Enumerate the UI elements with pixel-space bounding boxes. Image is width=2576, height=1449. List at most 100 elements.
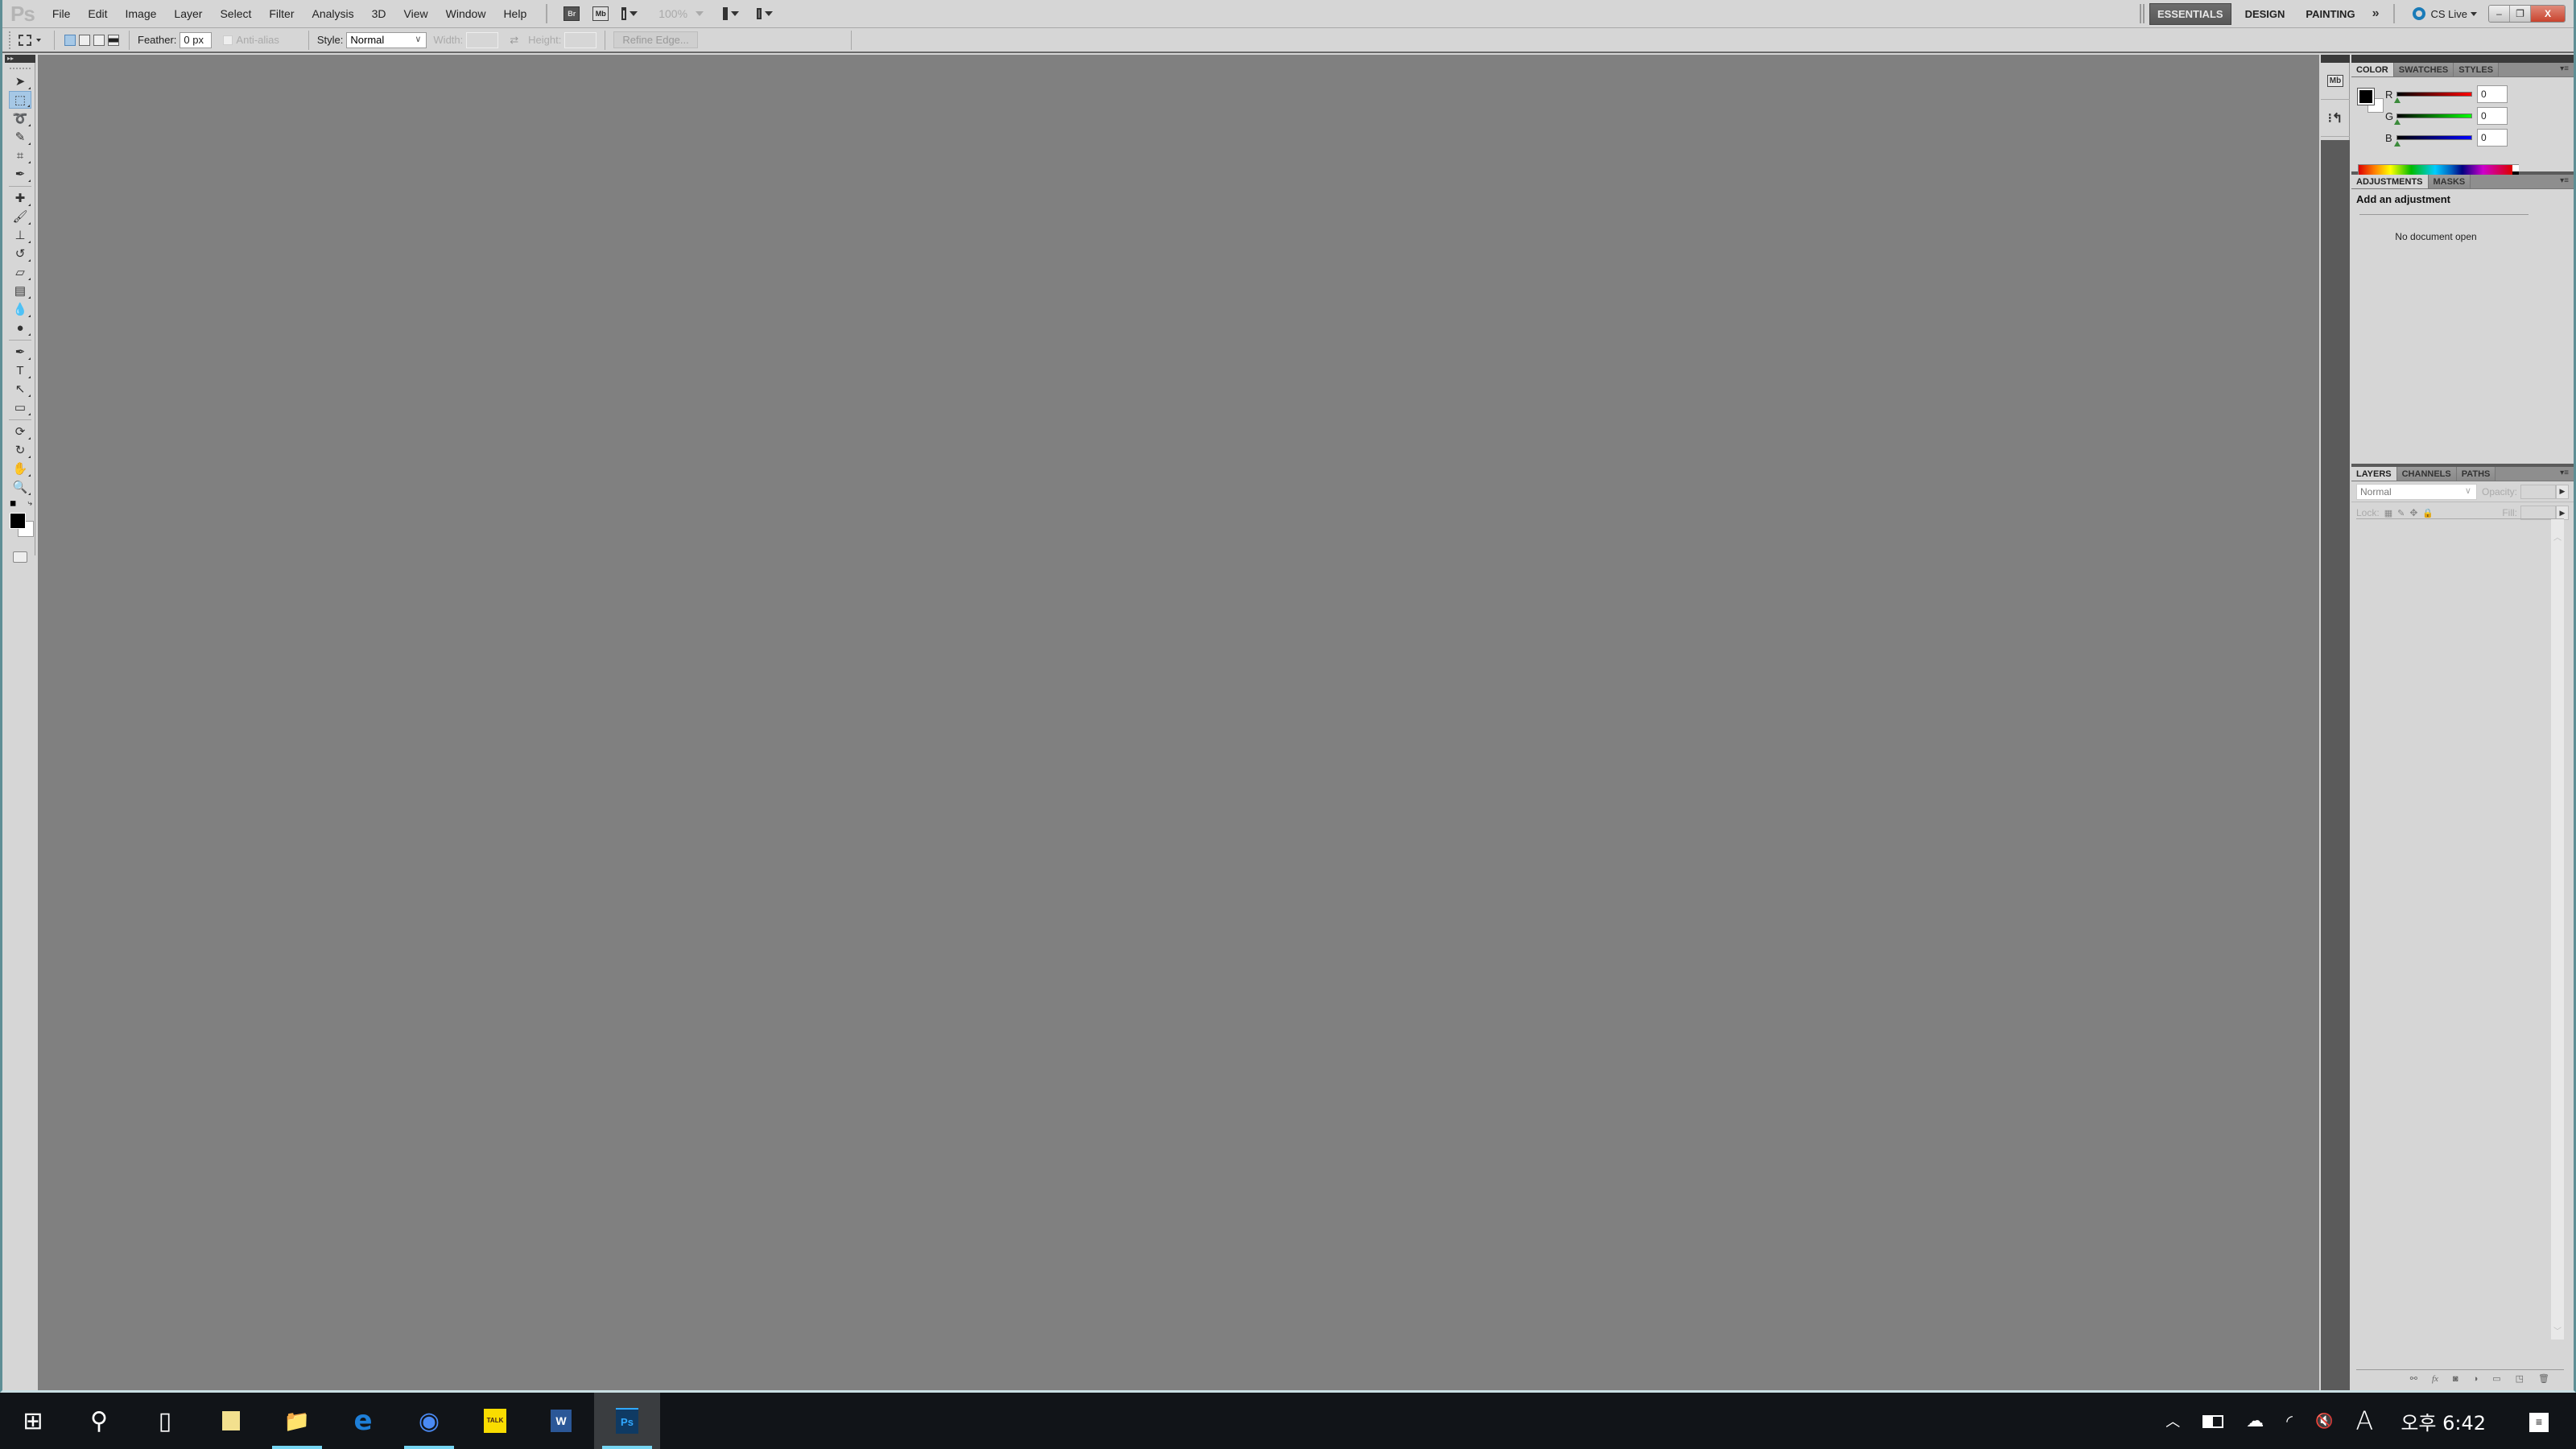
close-button[interactable]: X: [2531, 6, 2565, 22]
tab-masks[interactable]: MASKS: [2428, 175, 2471, 188]
taskbar-word[interactable]: W: [528, 1393, 594, 1449]
action-center-icon[interactable]: ≡: [2529, 1410, 2549, 1432]
mini-bridge-dock-button[interactable]: Mb: [2321, 63, 2350, 100]
rectangle-tool[interactable]: ▭: [9, 398, 31, 416]
slider-thumb[interactable]: [2394, 119, 2401, 125]
opacity-slider-arrow-icon[interactable]: ▶: [2556, 484, 2569, 499]
tab-layers[interactable]: LAYERS: [2351, 467, 2397, 481]
red-value-input[interactable]: 0: [2477, 85, 2508, 103]
extras-button[interactable]: [621, 6, 638, 21]
menu-analysis[interactable]: Analysis: [312, 7, 354, 20]
link-layers-icon[interactable]: ⚯: [2410, 1373, 2417, 1384]
feather-input[interactable]: 0 px: [180, 31, 213, 48]
workspace-grip[interactable]: [2139, 4, 2145, 23]
panel-dock-header[interactable]: [2351, 55, 2574, 63]
adjustment-layer-icon[interactable]: ◑: [2473, 1374, 2479, 1384]
panel-menu-icon[interactable]: ▾≡: [2560, 469, 2569, 477]
wifi-icon[interactable]: ◜: [2286, 1411, 2293, 1431]
taskbar-task-view[interactable]: ▯: [132, 1393, 198, 1449]
intersect-selection-button[interactable]: [108, 34, 119, 46]
tab-adjustments[interactable]: ADJUSTMENTS: [2351, 175, 2429, 188]
tool-preset-picker[interactable]: [19, 34, 41, 46]
taskbar-sticky-notes[interactable]: ▰: [198, 1393, 264, 1449]
menu-file[interactable]: File: [52, 7, 71, 20]
menu-window[interactable]: Window: [446, 7, 486, 20]
rectangular-marquee-tool[interactable]: ⬚: [9, 91, 31, 109]
refine-edge-button[interactable]: Refine Edge...: [613, 31, 698, 48]
taskbar-clock[interactable]: 오후 6:42: [2401, 1407, 2486, 1435]
arrange-documents-button[interactable]: [723, 6, 740, 21]
anti-alias-checkbox[interactable]: [223, 35, 233, 45]
add-layer-mask-icon[interactable]: ◙: [2453, 1374, 2458, 1384]
menu-view[interactable]: View: [404, 7, 428, 20]
hand-tool[interactable]: ✋: [9, 460, 31, 477]
swap-colors-icon[interactable]: ⤷: [27, 499, 32, 508]
slider-thumb[interactable]: [2394, 97, 2401, 103]
document-area[interactable]: [38, 55, 2319, 1390]
battery-icon[interactable]: [2202, 1410, 2224, 1431]
toolbox-header[interactable]: ▸▸: [5, 55, 35, 63]
layers-list[interactable]: ︿ ﹀: [2356, 518, 2564, 1340]
brush-tool[interactable]: 🖌: [9, 208, 31, 225]
taskbar-file-explorer[interactable]: 📁: [264, 1393, 330, 1449]
type-tool[interactable]: T: [9, 361, 31, 379]
clone-stamp-tool[interactable]: ⊥: [9, 226, 31, 244]
menu-help[interactable]: Help: [503, 7, 526, 20]
path-selection-tool[interactable]: ↖: [9, 380, 31, 398]
lock-position-icon[interactable]: ✥: [2409, 507, 2417, 518]
cs-live-button[interactable]: CS Live: [2413, 7, 2477, 20]
gradient-tool[interactable]: ▤: [9, 282, 31, 299]
blue-slider[interactable]: [2394, 135, 2472, 147]
swap-width-height-icon[interactable]: ⇄: [510, 34, 518, 47]
style-select[interactable]: Normal ∨: [346, 31, 427, 48]
scroll-up-icon[interactable]: ︿: [2551, 530, 2564, 543]
menu-edit[interactable]: Edit: [88, 7, 107, 20]
menu-select[interactable]: Select: [220, 7, 251, 20]
blur-tool[interactable]: 💧: [9, 300, 31, 318]
taskbar-chrome[interactable]: ◉: [396, 1393, 462, 1449]
minimize-button[interactable]: –: [2489, 6, 2510, 22]
3d-orbit-tool[interactable]: ↻: [9, 441, 31, 459]
zoom-level[interactable]: 100%: [658, 7, 687, 20]
slider-thumb[interactable]: [2394, 141, 2401, 147]
taskbar-start[interactable]: ⊞: [0, 1393, 66, 1449]
quick-selection-tool[interactable]: ✎: [9, 128, 31, 146]
lock-transparency-icon[interactable]: ▦: [2384, 508, 2392, 518]
eraser-tool[interactable]: ▱: [9, 263, 31, 281]
workspace-painting[interactable]: PAINTING: [2298, 4, 2362, 24]
scroll-down-icon[interactable]: ﹀: [2551, 1324, 2564, 1336]
tab-styles[interactable]: STYLES: [2454, 63, 2500, 76]
menu-3d[interactable]: 3D: [372, 7, 386, 20]
menu-layer[interactable]: Layer: [174, 7, 202, 20]
history-brush-tool[interactable]: ↺: [9, 245, 31, 262]
workspace-design[interactable]: DESIGN: [2238, 4, 2293, 24]
input-method-indicator[interactable]: A: [2355, 1406, 2373, 1436]
panel-menu-icon[interactable]: ▾≡: [2560, 176, 2569, 185]
foreground-color-swatch[interactable]: [10, 513, 26, 529]
toolbox-grip[interactable]: [10, 68, 31, 69]
color-panel-foreground-swatch[interactable]: [2357, 88, 2375, 105]
restore-button[interactable]: ❐: [2510, 6, 2531, 22]
dodge-tool[interactable]: ●: [9, 319, 31, 336]
panel-menu-icon[interactable]: ▾≡: [2560, 64, 2569, 73]
blend-mode-select[interactable]: Normal ∨: [2356, 483, 2477, 500]
mini-bridge-icon[interactable]: Mb: [592, 6, 609, 21]
3d-rotate-tool[interactable]: ⟳: [9, 423, 31, 440]
taskbar-kakaotalk[interactable]: TALK: [462, 1393, 528, 1449]
move-tool[interactable]: ➤: [9, 72, 31, 90]
history-dock-button[interactable]: ⁝↰: [2321, 100, 2350, 137]
pen-tool[interactable]: ✒: [9, 343, 31, 361]
delete-layer-icon[interactable]: 🗑: [2538, 1373, 2549, 1384]
bridge-icon[interactable]: Br: [564, 6, 580, 21]
default-colors-icon[interactable]: ◼: [10, 499, 16, 508]
volume-muted-icon[interactable]: 🔇: [2315, 1413, 2333, 1430]
crop-tool[interactable]: ⌗: [9, 147, 31, 164]
workspace-essentials[interactable]: ESSENTIALS: [2149, 2, 2231, 25]
menu-image[interactable]: Image: [126, 7, 157, 20]
spot-healing-brush-tool[interactable]: ✚: [9, 189, 31, 207]
blue-value-input[interactable]: 0: [2477, 129, 2508, 147]
opacity-input[interactable]: [2520, 484, 2556, 499]
taskbar-edge[interactable]: e: [330, 1393, 396, 1449]
tab-channels[interactable]: CHANNELS: [2396, 467, 2457, 481]
green-slider[interactable]: [2394, 114, 2472, 125]
